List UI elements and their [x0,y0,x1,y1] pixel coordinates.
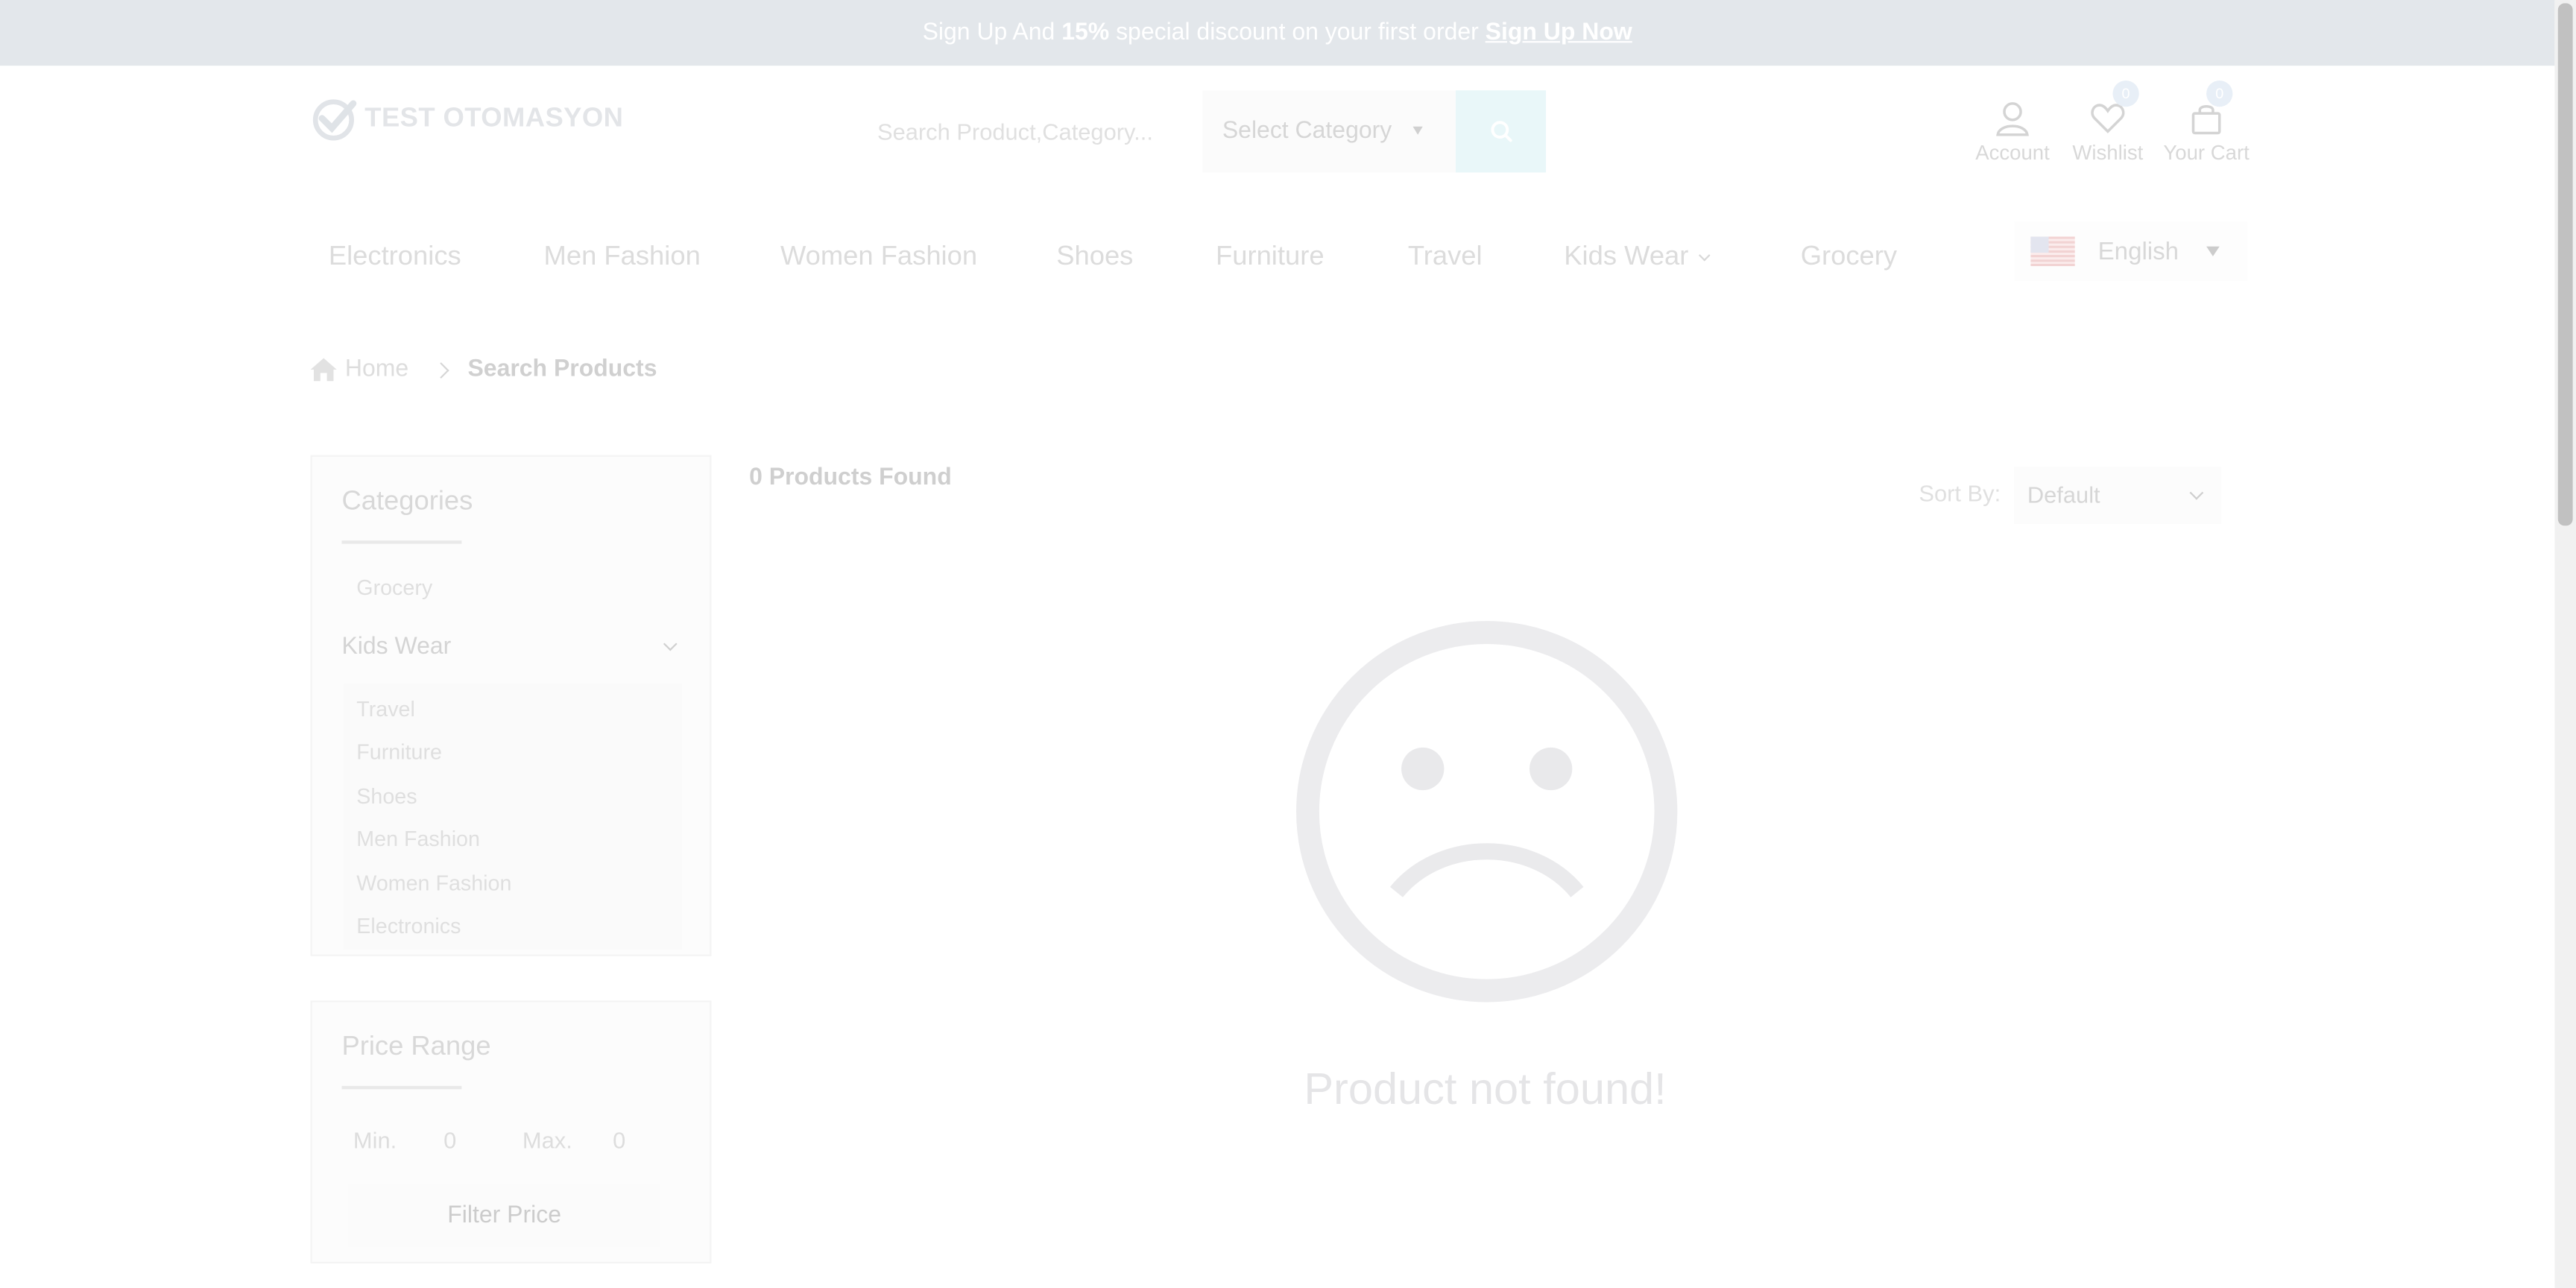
nav-item-furniture[interactable]: Furniture [1216,242,1325,273]
sort-by-label: Sort By: [1919,479,2001,506]
max-price-label: Max. [522,1127,572,1154]
wishlist-link[interactable]: 0 Wishlist [2068,80,2147,165]
chevron-down-icon[interactable] [663,637,678,651]
nav-item-electronics[interactable]: Electronics [329,242,461,273]
empty-state-message: Product not found! [1304,1064,1667,1114]
language-label: English [2097,237,2179,265]
site-logo[interactable]: TEST OTOMASYON [309,92,623,145]
nav-item-women-fashion[interactable]: Women Fashion [780,242,977,273]
max-price-input[interactable]: 0 [613,1127,625,1153]
breadcrumb: Home Search Products [310,352,657,388]
nav-item-shoes[interactable]: Shoes [1056,242,1133,273]
breadcrumb-current: Search Products [467,356,657,383]
search-bar: Select Category [864,90,1547,173]
categories-panel: Categories Grocery Kids Wear Travel Furn… [310,455,712,956]
nav-item-men-fashion[interactable]: Men Fashion [544,242,701,273]
scrollbar-thumb[interactable] [2557,3,2573,526]
announcement-prefix: Sign Up And [922,19,1055,46]
chevron-down-icon [1698,249,1711,262]
cart-link[interactable]: 0 Your Cart [2162,80,2251,165]
announcement-suffix: special discount on your first order [1116,19,1479,46]
us-flag-icon [2030,236,2075,267]
wishlist-label: Wishlist [2072,141,2144,165]
language-selector[interactable]: English [2014,221,2248,281]
price-range-title: Price Range [341,1032,491,1061]
min-price-label: Min. [353,1127,397,1154]
filter-price-button[interactable]: Filter Price [348,1184,661,1247]
search-button[interactable] [1455,90,1547,173]
nav-item-kids-wear-label: Kids Wear [1564,242,1689,271]
announcement-discount: 15% [1061,19,1110,46]
category-link-shoes[interactable]: Shoes [356,783,417,808]
category-link-furniture[interactable]: Furniture [356,739,442,764]
account-link[interactable]: Account [1972,95,2053,165]
user-icon [1996,102,2029,136]
logo-text: TEST OTOMASYON [364,102,624,133]
categories-title-underline [341,540,462,544]
price-range-title-underline [341,1085,462,1090]
announcement-bar: Sign Up And 15% special discount on your… [0,0,2555,66]
wishlist-count-badge: 0 [2112,80,2139,107]
nav-item-grocery[interactable]: Grocery [1801,242,1897,273]
category-select-label: Select Category [1222,118,1392,145]
categories-title: Categories [341,486,473,517]
caret-down-icon [2206,246,2220,256]
category-select[interactable]: Select Category [1202,90,1456,173]
category-link-women-fashion[interactable]: Women Fashion [356,871,511,895]
search-input[interactable] [864,90,1203,173]
cart-count-badge: 0 [2206,80,2233,107]
nav-item-travel[interactable]: Travel [1408,242,1483,273]
caret-down-icon [1412,126,1423,135]
category-kids-wear[interactable]: Kids Wear [341,634,451,660]
home-icon [310,358,337,382]
sign-up-link[interactable]: Sign Up Now [1486,19,1632,45]
breadcrumb-home-link[interactable]: Home [345,356,408,382]
category-submenu [343,683,682,950]
account-label: Account [1975,141,2050,165]
sad-face-icon [1296,621,1678,1003]
sort-select[interactable]: Default [2014,466,2221,525]
category-link-electronics[interactable]: Electronics [356,913,461,938]
nav-item-kids-wear[interactable]: Kids Wear [1564,242,1711,273]
cart-label: Your Cart [2163,141,2250,165]
category-link-grocery[interactable]: Grocery [356,575,432,599]
logo-check-icon [312,99,357,141]
category-link-travel[interactable]: Travel [356,697,415,722]
products-found-count: 0 Products Found [749,464,952,492]
search-icon [1490,121,1512,142]
sort-select-value: Default [2027,481,2100,508]
price-range-panel: Price Range Min. 0 Max. 0 Filter Price [310,1000,712,1263]
category-link-men-fashion[interactable]: Men Fashion [356,827,480,851]
min-price-input[interactable]: 0 [443,1127,456,1153]
chevron-down-icon [2189,485,2204,500]
main-nav: Electronics Men Fashion Women Fashion Sh… [309,217,2247,299]
chevron-right-icon [432,362,449,378]
